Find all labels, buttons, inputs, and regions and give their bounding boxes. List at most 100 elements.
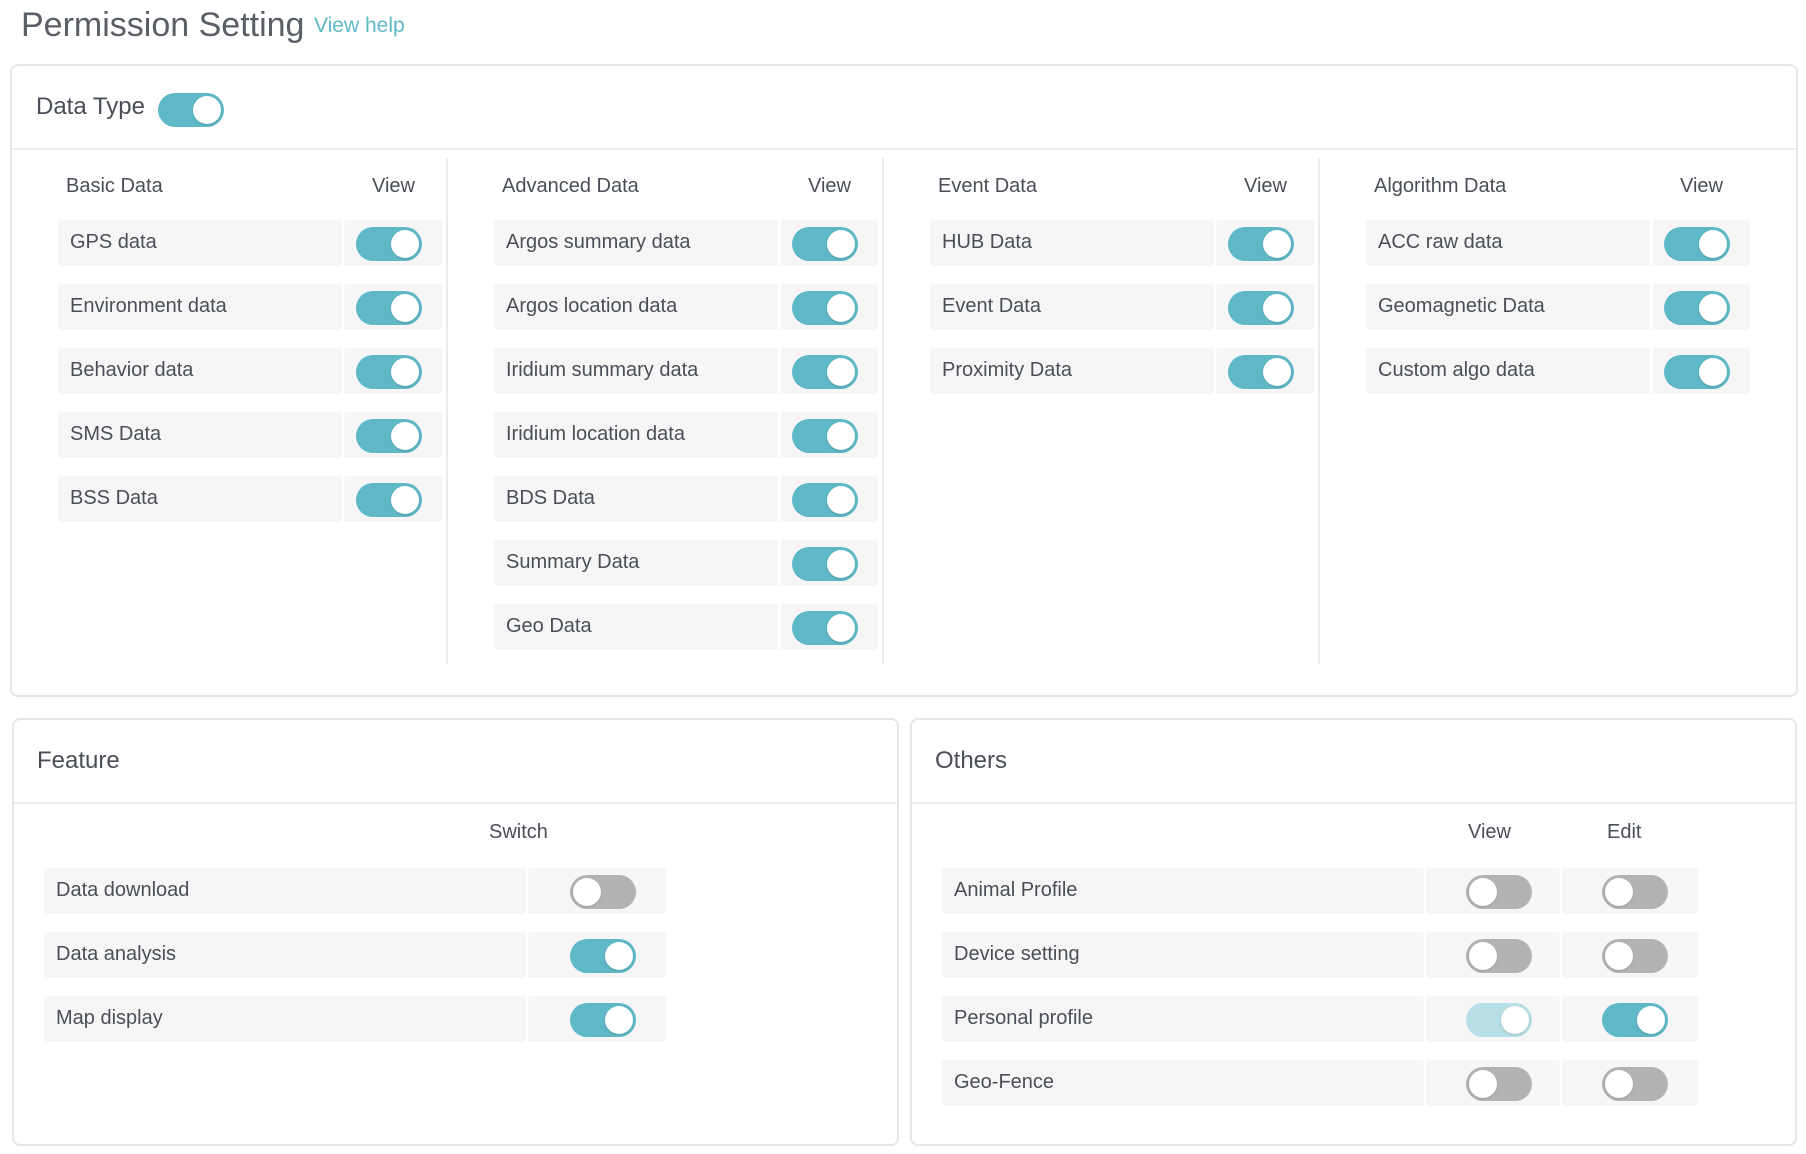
- view-toggle[interactable]: [792, 419, 858, 453]
- view-toggle[interactable]: [792, 227, 858, 261]
- others-view-header: View: [1468, 821, 1511, 843]
- switch-knob: [1605, 878, 1633, 906]
- row-label-cell: Environment data: [58, 284, 342, 330]
- row-switch-cell: [1216, 284, 1314, 330]
- row-switch-cell: [528, 932, 666, 978]
- row-label-cell: Geo-Fence: [942, 1060, 1424, 1106]
- row-switch-cell: [780, 220, 878, 266]
- row-switch-cell: [1652, 348, 1750, 394]
- row-label: Data download: [56, 879, 190, 901]
- edit-toggle[interactable]: [1602, 939, 1668, 973]
- others-title: Others: [935, 747, 1008, 774]
- edit-toggle[interactable]: [1602, 1003, 1668, 1037]
- view-toggle[interactable]: [1466, 1003, 1532, 1037]
- edit-toggle[interactable]: [1602, 1067, 1668, 1101]
- feature-card-header: Feature: [14, 720, 897, 804]
- others-card-header: Others: [912, 720, 1795, 804]
- feature-toggle[interactable]: [570, 939, 636, 973]
- switch-knob: [1263, 358, 1291, 386]
- row-label: Personal profile: [954, 1007, 1093, 1029]
- permission-row: Summary Data: [494, 540, 878, 586]
- row-view-cell: [1426, 868, 1560, 914]
- row-label-cell: Iridium summary data: [494, 348, 778, 394]
- view-toggle[interactable]: [792, 483, 858, 517]
- switch-knob: [1699, 230, 1727, 258]
- switch-knob: [1699, 358, 1727, 386]
- feature-row: Data analysis: [44, 932, 676, 978]
- view-help-link[interactable]: View help: [314, 14, 405, 38]
- view-toggle[interactable]: [1466, 1067, 1532, 1101]
- row-label-cell: Data download: [44, 868, 526, 914]
- view-toggle[interactable]: [792, 547, 858, 581]
- permission-row: Environment data: [58, 284, 442, 330]
- permission-row: Iridium location data: [494, 412, 878, 458]
- row-label-cell: SMS Data: [58, 412, 342, 458]
- switch-knob: [827, 422, 855, 450]
- row-label: Data analysis: [56, 943, 177, 965]
- data-type-card-header: Data Type: [12, 66, 1796, 150]
- switch-knob: [1699, 294, 1727, 322]
- view-toggle[interactable]: [356, 355, 422, 389]
- row-label-cell: BSS Data: [58, 476, 342, 522]
- row-switch-cell: [780, 284, 878, 330]
- feature-toggle[interactable]: [570, 1003, 636, 1037]
- view-toggle[interactable]: [1228, 227, 1294, 261]
- feature-title: Feature: [37, 747, 120, 774]
- row-label: Animal Profile: [954, 879, 1078, 901]
- row-label: GPS data: [70, 231, 157, 253]
- permission-row: Argos location data: [494, 284, 878, 330]
- column-heading: Event Data: [938, 175, 1037, 197]
- row-label-cell: BDS Data: [494, 476, 778, 522]
- row-label-cell: Custom algo data: [1366, 348, 1650, 394]
- data-type-title: Data Type: [36, 93, 145, 120]
- view-toggle[interactable]: [792, 611, 858, 645]
- view-toggle[interactable]: [1664, 291, 1730, 325]
- view-toggle[interactable]: [1228, 291, 1294, 325]
- view-toggle[interactable]: [1664, 355, 1730, 389]
- switch-knob: [1501, 1006, 1529, 1034]
- view-toggle[interactable]: [356, 419, 422, 453]
- row-label-cell: Device setting: [942, 932, 1424, 978]
- switch-knob: [573, 878, 601, 906]
- permission-row: BSS Data: [58, 476, 442, 522]
- view-toggle[interactable]: [356, 483, 422, 517]
- row-switch-cell: [344, 220, 442, 266]
- row-switch-cell: [780, 476, 878, 522]
- row-switch-cell: [344, 412, 442, 458]
- row-label: Argos summary data: [506, 231, 691, 253]
- row-switch-cell: [344, 476, 442, 522]
- view-toggle[interactable]: [1466, 939, 1532, 973]
- row-label-cell: Animal Profile: [942, 868, 1424, 914]
- view-toggle[interactable]: [356, 291, 422, 325]
- edit-toggle[interactable]: [1602, 875, 1668, 909]
- switch-knob: [391, 422, 419, 450]
- data-column-1: Advanced Data View Argos summary data Argos…: [448, 158, 884, 678]
- view-toggle[interactable]: [1466, 875, 1532, 909]
- permission-row: Iridium summary data: [494, 348, 878, 394]
- row-label: Geo Data: [506, 615, 592, 637]
- row-view-cell: [1426, 932, 1560, 978]
- row-label-cell: Data analysis: [44, 932, 526, 978]
- feature-toggle[interactable]: [570, 875, 636, 909]
- view-toggle[interactable]: [792, 291, 858, 325]
- row-switch-cell: [780, 540, 878, 586]
- data-type-master-switch[interactable]: [158, 93, 224, 127]
- row-label: Geomagnetic Data: [1378, 295, 1545, 317]
- row-label-cell: Map display: [44, 996, 526, 1042]
- view-toggle[interactable]: [1228, 355, 1294, 389]
- row-label: Iridium summary data: [506, 359, 699, 381]
- view-toggle[interactable]: [356, 227, 422, 261]
- permission-row: Geo Data: [494, 604, 878, 650]
- row-label: BDS Data: [506, 487, 595, 509]
- view-toggle[interactable]: [1664, 227, 1730, 261]
- column-view-heading: View: [808, 175, 851, 197]
- view-toggle[interactable]: [792, 355, 858, 389]
- feature-row: Data download: [44, 868, 676, 914]
- data-type-card: Data Type Basic Data View GPS data Environm…: [10, 64, 1798, 697]
- row-switch-cell: [1216, 348, 1314, 394]
- row-label: ACC raw data: [1378, 231, 1503, 253]
- permission-row: GPS data: [58, 220, 442, 266]
- permission-row: Argos summary data: [494, 220, 878, 266]
- row-edit-cell: [1562, 1060, 1698, 1106]
- row-label: Iridium location data: [506, 423, 685, 445]
